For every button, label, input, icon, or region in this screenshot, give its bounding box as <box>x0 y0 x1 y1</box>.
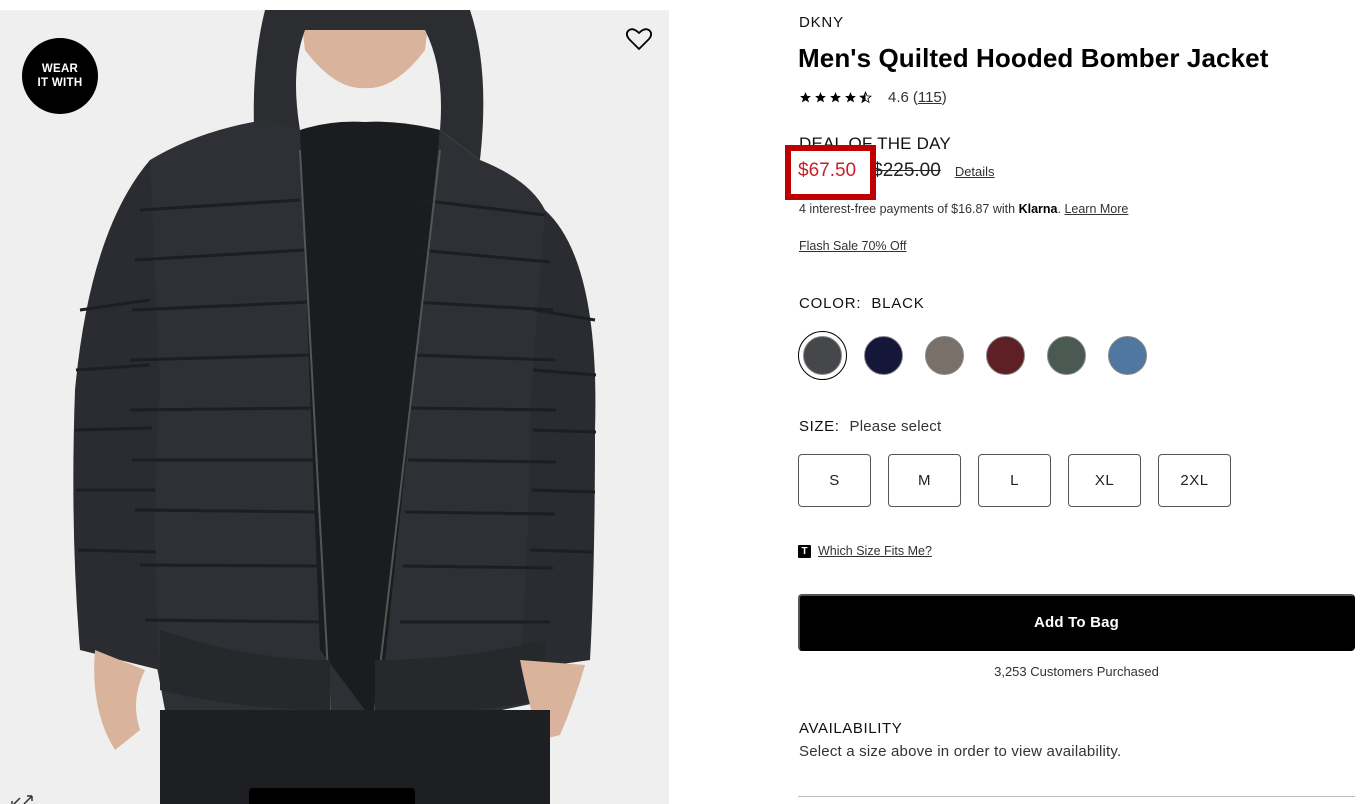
color-swatch-fill <box>1047 336 1086 375</box>
color-swatch[interactable] <box>920 331 969 380</box>
color-swatch[interactable] <box>1042 331 1091 380</box>
size-option-button[interactable]: M <box>888 454 961 507</box>
original-price: $225.00 <box>872 160 941 181</box>
price-row: $67.50 $225.00 Details <box>785 145 995 200</box>
star-full-icon <box>845 92 856 103</box>
color-label: COLOR: <box>799 295 862 312</box>
price-details-link[interactable]: Details <box>955 164 995 179</box>
rating-score: 4.6 <box>888 89 909 106</box>
color-swatch[interactable] <box>1103 331 1152 380</box>
klarna-text: 4 interest-free payments of $16.87 with <box>799 202 1016 216</box>
star-half-icon <box>859 91 872 104</box>
add-to-bag-button[interactable]: Add To Bag <box>798 594 1355 651</box>
star-full-icon <box>830 92 841 103</box>
availability-title: AVAILABILITY <box>799 720 903 737</box>
rating-count: (115) <box>913 89 947 106</box>
wear-badge-line1: WEAR <box>41 63 79 75</box>
color-swatch-fill <box>925 336 964 375</box>
expand-icon[interactable] <box>10 794 36 804</box>
color-swatch-fill <box>803 336 842 375</box>
sale-price-highlight-box <box>785 145 876 200</box>
color-label-row: COLOR: BLACK <box>799 295 925 312</box>
section-divider <box>798 796 1355 797</box>
klarna-logo: Klarna <box>1018 202 1058 216</box>
size-option-button[interactable]: L <box>978 454 1051 507</box>
product-photo <box>0 10 669 804</box>
color-swatch-fill <box>864 336 903 375</box>
wear-badge-line2: IT WITH <box>37 77 83 89</box>
availability-text: Select a size above in order to view ava… <box>799 743 1122 760</box>
size-option-button[interactable]: S <box>798 454 871 507</box>
sale-price: $67.50 <box>785 145 876 200</box>
size-option-button[interactable]: XL <box>1068 454 1141 507</box>
size-options: S M L XL 2XL <box>798 454 1248 507</box>
customers-purchased-text: 3,253 Customers Purchased <box>994 664 1159 679</box>
reviews-link[interactable]: 115 <box>918 89 942 106</box>
size-value: Please select <box>849 418 942 435</box>
size-fit-row: T Which Size Fits Me? <box>798 544 932 558</box>
true-fit-icon: T <box>798 544 811 558</box>
flash-sale-link[interactable]: Flash Sale 70% Off <box>799 239 906 253</box>
star-full-icon <box>800 92 811 103</box>
color-value: BLACK <box>871 295 925 312</box>
wear-it-with-badge[interactable]: WEAR IT WITH <box>22 38 98 114</box>
size-label-row: SIZE: Please select <box>799 418 941 435</box>
which-size-fits-link[interactable]: Which Size Fits Me? <box>818 544 932 558</box>
klarna-separator: . <box>1057 202 1061 216</box>
product-image-panel: WEAR IT WITH <box>0 10 669 804</box>
klarna-row: 4 interest-free payments of $16.87 with … <box>799 202 1128 216</box>
color-swatch[interactable] <box>798 331 847 380</box>
star-full-icon <box>815 92 826 103</box>
color-swatch[interactable] <box>981 331 1030 380</box>
color-swatch-fill <box>1108 336 1147 375</box>
rating-row: 4.6 (115) <box>799 89 947 106</box>
color-swatch-fill <box>986 336 1025 375</box>
color-swatches <box>798 331 1164 380</box>
image-bottom-tab[interactable] <box>249 788 415 804</box>
heart-icon[interactable] <box>624 24 654 54</box>
brand-name[interactable]: DKNY <box>799 14 844 31</box>
color-swatch[interactable] <box>859 331 908 380</box>
size-option-button[interactable]: 2XL <box>1158 454 1231 507</box>
klarna-learn-more-link[interactable]: Learn More <box>1064 202 1128 216</box>
product-title: Men's Quilted Hooded Bomber Jacket <box>798 43 1269 73</box>
star-rating <box>799 91 874 104</box>
size-label: SIZE: <box>799 418 840 435</box>
rating-close-paren: ) <box>941 89 947 106</box>
